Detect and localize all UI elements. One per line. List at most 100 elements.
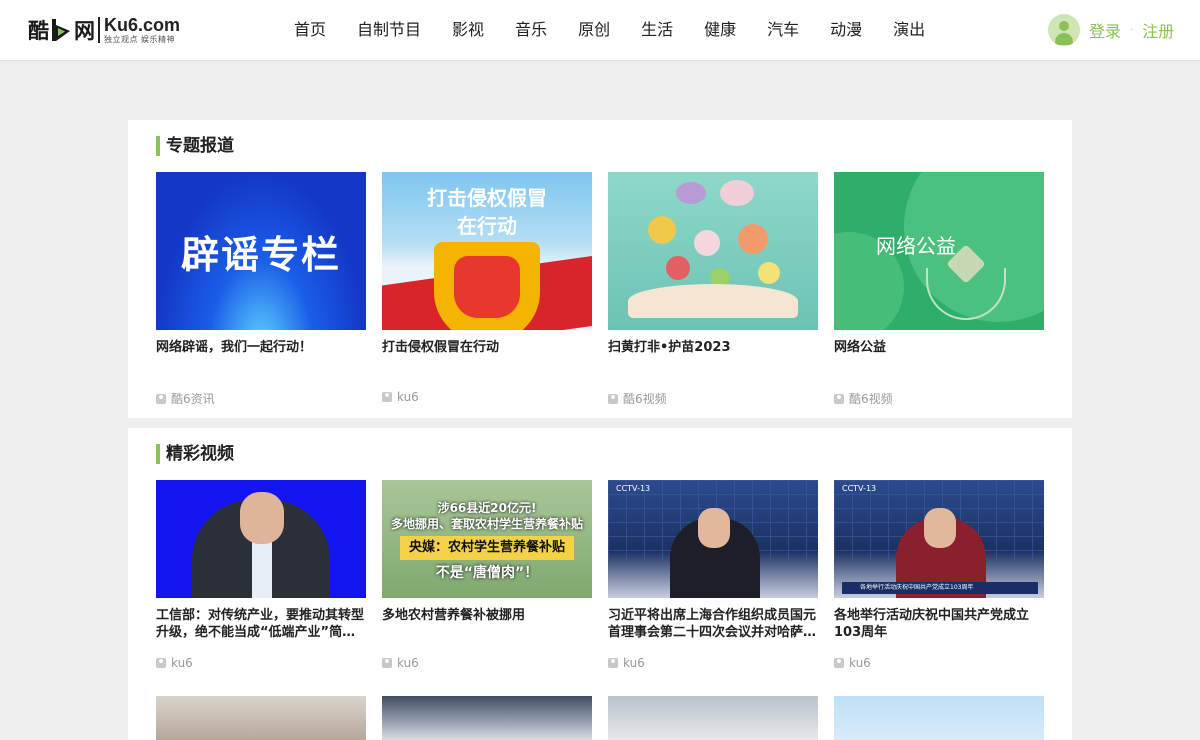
video-thumbnail[interactable] bbox=[156, 480, 366, 598]
face-shape bbox=[924, 508, 956, 548]
video-thumbnail[interactable]: CCTV-13 bbox=[608, 480, 818, 598]
nav-item-shows[interactable]: 演出 bbox=[893, 18, 925, 42]
featured-videos-section: 精彩视频 工信部：对传统产业，要推动其转型升级，绝不能当成“低端产业”简… ku… bbox=[128, 428, 1072, 740]
author-meta: ku6 bbox=[156, 656, 193, 670]
logo-text-en: Ku6.com bbox=[104, 15, 181, 35]
flower-shape bbox=[738, 224, 768, 254]
video-title[interactable]: 习近平将出席上海合作组织成员国元首理事会第二十四次会议并对哈萨… bbox=[608, 607, 818, 641]
user-icon bbox=[834, 658, 844, 668]
topic-title[interactable]: 扫黄打非•护苗2023 bbox=[608, 339, 818, 356]
video-thumbnail[interactable] bbox=[608, 696, 818, 740]
play-logo-icon bbox=[52, 19, 70, 41]
nav-item-anime[interactable]: 动漫 bbox=[830, 18, 862, 42]
video-thumbnail[interactable] bbox=[834, 696, 1044, 740]
face-shape bbox=[698, 508, 730, 548]
nav-item-home[interactable]: 首页 bbox=[294, 18, 326, 42]
author-meta: ku6 bbox=[382, 390, 419, 404]
video-title[interactable]: 工信部：对传统产业，要推动其转型升级，绝不能当成“低端产业”简… bbox=[156, 607, 366, 641]
flower-shape bbox=[694, 230, 720, 256]
site-logo[interactable]: 酷 网 Ku6.com 独立观点 娱乐精神 bbox=[28, 12, 180, 48]
flower-shape bbox=[758, 262, 780, 284]
thumbnail-text: 涉66县近20亿元! bbox=[437, 501, 537, 515]
video-thumbnail[interactable]: 涉66县近20亿元! 多地挪用、套取农村学生营养餐补贴 央媒：农村学生营养餐补贴… bbox=[382, 480, 592, 598]
site-header: 酷 网 Ku6.com 独立观点 娱乐精神 首页 自制节目 影视 音乐 原创 生… bbox=[0, 0, 1200, 61]
user-area: 登录 · 注册 bbox=[1048, 14, 1174, 46]
author-meta: 酷6视频 bbox=[834, 390, 893, 407]
user-icon bbox=[608, 658, 618, 668]
channel-logo: CCTV-13 bbox=[842, 484, 877, 493]
nav-item-film[interactable]: 影视 bbox=[452, 18, 484, 42]
author-name: ku6 bbox=[623, 656, 645, 670]
author-meta: 酷6视频 bbox=[608, 390, 667, 407]
topic-thumbnail[interactable]: 网络公益 bbox=[834, 172, 1044, 330]
thumbnail-text: 打击侵权假冒 bbox=[427, 186, 547, 210]
topic-thumbnail[interactable] bbox=[608, 172, 818, 330]
video-card[interactable]: 工信部：对传统产业，要推动其转型升级，绝不能当成“低端产业”简… ku6 bbox=[156, 480, 366, 670]
face-shape bbox=[240, 492, 284, 544]
nav-item-life[interactable]: 生活 bbox=[641, 18, 673, 42]
user-icon bbox=[156, 393, 166, 404]
user-icon bbox=[382, 392, 392, 402]
avatar-icon[interactable] bbox=[1048, 14, 1080, 46]
book-shape bbox=[628, 284, 798, 318]
author-name: ku6 bbox=[397, 390, 419, 404]
flower-shape bbox=[666, 256, 690, 280]
main-nav: 首页 自制节目 影视 音乐 原创 生活 健康 汽车 动漫 演出 bbox=[294, 18, 956, 42]
video-thumbnail[interactable]: CCTV-13 各地举行活动庆祝中国共产党成立103周年 bbox=[834, 480, 1044, 598]
author-name: ku6 bbox=[849, 656, 871, 670]
logo-divider bbox=[98, 17, 100, 43]
thumbnail-text-3: 不是“唐僧肉”！ bbox=[435, 565, 539, 581]
news-caption: 各地举行活动庆祝中国共产党成立103周年 bbox=[842, 582, 1038, 594]
thumbnail-text-b: 多地挪用、套取农村学生营养餐补贴 bbox=[390, 517, 583, 531]
topic-card[interactable]: 扫黄打非•护苗2023 酷6视频 bbox=[608, 172, 818, 406]
topics-section: 专题报道 辟谣专栏 网络辟谣，我们一起行动！ 酷6资讯 打击侵权假冒 在行动 打… bbox=[128, 120, 1072, 418]
channel-logo: CCTV-13 bbox=[616, 484, 651, 493]
topic-title[interactable]: 网络辟谣，我们一起行动！ bbox=[156, 339, 366, 356]
nav-item-original-shows[interactable]: 自制节目 bbox=[357, 18, 421, 42]
author-name: 酷6视频 bbox=[849, 392, 893, 406]
section-title: 精彩视频 bbox=[156, 444, 234, 464]
video-thumbnail[interactable] bbox=[382, 696, 592, 740]
author-name: ku6 bbox=[171, 656, 193, 670]
nav-item-auto[interactable]: 汽车 bbox=[767, 18, 799, 42]
logo-text-cn: 酷 bbox=[28, 19, 49, 43]
author-name: 酷6视频 bbox=[623, 392, 667, 406]
user-icon bbox=[834, 393, 844, 404]
thumbnail-text-group: 涉66县近20亿元! 多地挪用、套取农村学生营养餐补贴 bbox=[390, 500, 584, 534]
topic-title[interactable]: 打击侵权假冒在行动 bbox=[382, 339, 592, 356]
nav-item-original[interactable]: 原创 bbox=[578, 18, 610, 42]
topic-card[interactable]: 辟谣专栏 网络辟谣，我们一起行动！ 酷6资讯 bbox=[156, 172, 366, 406]
video-card[interactable]: CCTV-13 各地举行活动庆祝中国共产党成立103周年 各地举行活动庆祝中国共… bbox=[834, 480, 1044, 670]
topic-card[interactable]: 打击侵权假冒 在行动 打击侵权假冒在行动 ku6 bbox=[382, 172, 592, 404]
author-meta: ku6 bbox=[382, 656, 419, 670]
video-card[interactable]: 涉66县近20亿元! 多地挪用、套取农村学生营养餐补贴 央媒：农村学生营养餐补贴… bbox=[382, 480, 592, 670]
author-meta: ku6 bbox=[608, 656, 645, 670]
topic-thumbnail[interactable]: 辟谣专栏 bbox=[156, 172, 366, 330]
topic-thumbnail[interactable]: 打击侵权假冒 在行动 bbox=[382, 172, 592, 330]
video-thumbnail[interactable] bbox=[156, 696, 366, 740]
topic-title[interactable]: 网络公益 bbox=[834, 339, 1044, 356]
logo-slogan: 独立观点 娱乐精神 bbox=[104, 35, 176, 44]
flower-shape bbox=[648, 216, 676, 244]
section-title: 专题报道 bbox=[156, 136, 234, 156]
author-name: ku6 bbox=[397, 656, 419, 670]
shirt-shape bbox=[252, 542, 272, 598]
author-meta: ku6 bbox=[834, 656, 871, 670]
author-meta: 酷6资讯 bbox=[156, 390, 215, 407]
flower-shape bbox=[720, 180, 754, 206]
user-icon bbox=[382, 658, 392, 668]
register-link[interactable]: 注册 bbox=[1142, 18, 1174, 42]
nav-item-health[interactable]: 健康 bbox=[704, 18, 736, 42]
user-icon bbox=[608, 393, 618, 404]
logo-text-cn-2: 网 bbox=[74, 19, 95, 43]
thumbnail-text: 辟谣专栏 bbox=[180, 233, 341, 277]
topic-card[interactable]: 网络公益 网络公益 酷6视频 bbox=[834, 172, 1044, 406]
author-name: 酷6资讯 bbox=[171, 392, 215, 406]
thumbnail-text: 网络公益 bbox=[876, 234, 956, 258]
video-title[interactable]: 各地举行活动庆祝中国共产党成立103周年 bbox=[834, 607, 1044, 641]
video-title[interactable]: 多地农村营养餐补被挪用 bbox=[382, 607, 592, 641]
login-link[interactable]: 登录 bbox=[1089, 18, 1121, 42]
thumbnail-text-2: 在行动 bbox=[457, 214, 517, 238]
video-card[interactable]: CCTV-13 习近平将出席上海合作组织成员国元首理事会第二十四次会议并对哈萨…… bbox=[608, 480, 818, 670]
nav-item-music[interactable]: 音乐 bbox=[515, 18, 547, 42]
